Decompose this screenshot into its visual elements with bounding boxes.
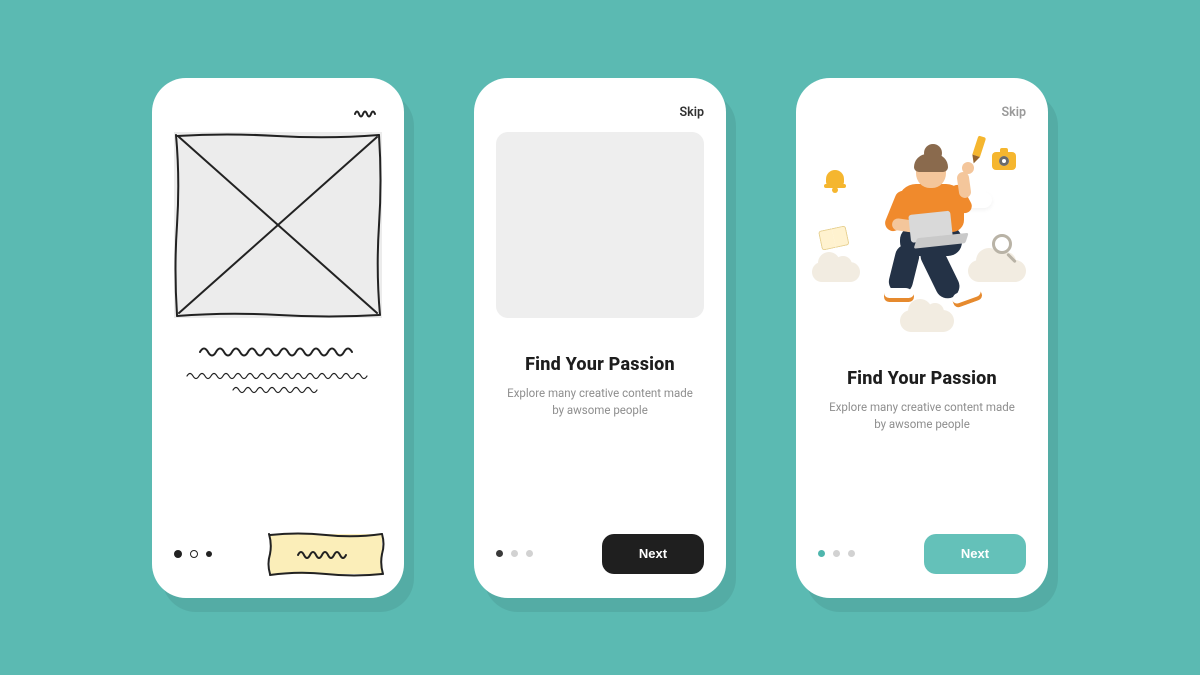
bell-icon: [824, 168, 846, 190]
skip-row: [174, 100, 382, 126]
next-button[interactable]: Next: [602, 534, 704, 574]
page-dot-2[interactable]: [511, 550, 518, 557]
hero-image-placeholder: [174, 132, 382, 318]
next-button-placeholder[interactable]: [270, 534, 382, 574]
onboarding-phone-midfidelity: Skip Find Your Passion Explore many crea…: [474, 78, 726, 598]
page-indicator: [174, 550, 212, 558]
skip-link[interactable]: Skip: [679, 105, 704, 120]
onboarding-subtitle: Explore many creative content made by aw…: [824, 399, 1020, 435]
subtitle-squiggle-placeholder: [174, 358, 382, 402]
cloud-icon: [812, 262, 860, 282]
footer-row: Next: [818, 534, 1026, 574]
skip-row: Skip: [818, 100, 1026, 126]
page-dot-1[interactable]: [818, 550, 825, 557]
onboarding-subtitle: Explore many creative content made by aw…: [502, 385, 698, 421]
footer-row: [174, 534, 382, 574]
page-dot-3[interactable]: [848, 550, 855, 557]
page-dot-3[interactable]: [526, 550, 533, 557]
next-button[interactable]: Next: [924, 534, 1026, 574]
book-icon: [818, 225, 850, 252]
title-squiggle-placeholder: [174, 318, 382, 358]
title-block: Find Your Passion Explore many creative …: [496, 354, 704, 421]
onboarding-title: Find Your Passion: [824, 368, 1020, 389]
page-dot-2[interactable]: [190, 550, 198, 558]
page-dot-2[interactable]: [833, 550, 840, 557]
page-indicator: [818, 550, 855, 557]
onboarding-phone-wireframe: [152, 78, 404, 598]
skip-squiggle-placeholder[interactable]: [354, 103, 382, 122]
title-block: Find Your Passion Explore many creative …: [818, 368, 1026, 435]
skip-link[interactable]: Skip: [1001, 105, 1026, 120]
page-dot-1[interactable]: [174, 550, 182, 558]
onboarding-phone-hifidelity: Skip: [796, 78, 1048, 598]
skip-row: Skip: [496, 100, 704, 126]
footer-row: Next: [496, 534, 704, 574]
page-dot-3[interactable]: [206, 551, 212, 557]
hero-illustration: [818, 132, 1026, 332]
person-illustration: [862, 146, 1002, 316]
hero-image-placeholder: [496, 132, 704, 318]
page-indicator: [496, 550, 533, 557]
page-dot-1[interactable]: [496, 550, 503, 557]
onboarding-title: Find Your Passion: [502, 354, 698, 375]
